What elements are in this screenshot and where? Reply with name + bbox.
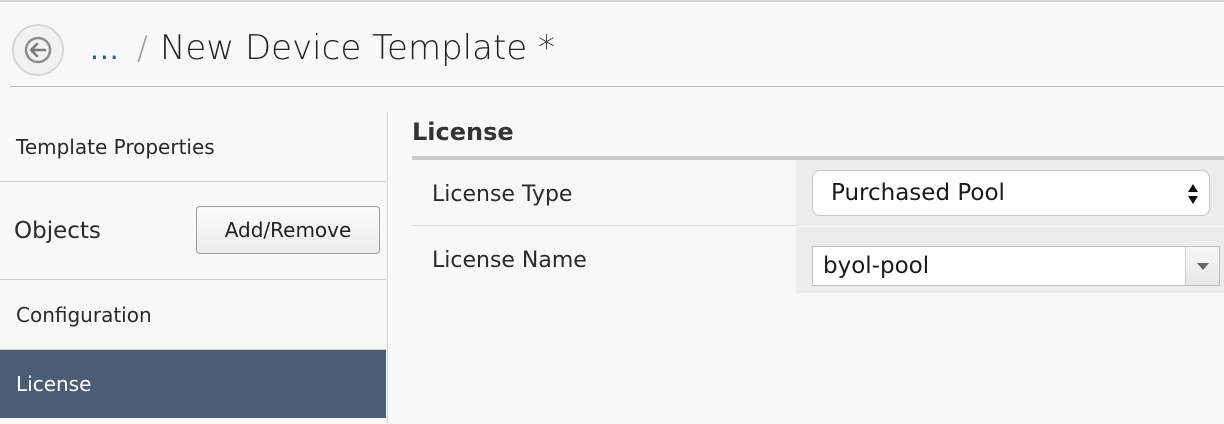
- license-type-row: License Type Purchased Pool: [412, 160, 1224, 226]
- dropdown-arrow-icon: [1196, 263, 1209, 270]
- license-panel: License License Type Purchased Pool Lice…: [412, 112, 1224, 424]
- license-name-label: License Name: [432, 248, 587, 273]
- sidebar-item-objects[interactable]: Objects Add/Remove: [0, 182, 386, 280]
- sidebar-item-license[interactable]: License: [0, 350, 386, 418]
- sidebar-item-label: Objects: [14, 217, 101, 244]
- sidebar-item-label: License: [16, 372, 92, 396]
- sidebar-item-template-properties[interactable]: Template Properties: [0, 112, 386, 182]
- breadcrumb-separator: /: [137, 29, 148, 67]
- license-type-value: Purchased Pool: [831, 180, 1005, 206]
- license-name-combobox[interactable]: byol-pool: [812, 246, 1220, 286]
- license-type-label: License Type: [432, 182, 573, 207]
- page-header: ... / New Device Template *: [0, 2, 1224, 88]
- sidebar-item-label: Template Properties: [16, 134, 215, 159]
- license-type-select[interactable]: Purchased Pool: [812, 170, 1210, 216]
- back-button[interactable]: [12, 24, 64, 76]
- add-remove-button[interactable]: Add/Remove: [196, 206, 380, 254]
- section-title: License: [412, 118, 514, 146]
- up-down-arrows-icon: [1187, 182, 1199, 206]
- breadcrumb-ellipsis-link[interactable]: ...: [90, 32, 120, 68]
- dropdown-arrow-button[interactable]: [1185, 247, 1219, 285]
- sidebar-item-configuration[interactable]: Configuration: [0, 280, 386, 350]
- header-divider: [10, 86, 1224, 87]
- license-name-row: License Name byol-pool: [412, 227, 1224, 293]
- sidebar-item-label: Configuration: [16, 302, 152, 327]
- license-name-value: byol-pool: [823, 253, 930, 279]
- page-title: New Device Template *: [160, 28, 556, 68]
- back-arrow-icon: [24, 36, 52, 64]
- sidebar: Template Properties Objects Add/Remove C…: [0, 112, 388, 424]
